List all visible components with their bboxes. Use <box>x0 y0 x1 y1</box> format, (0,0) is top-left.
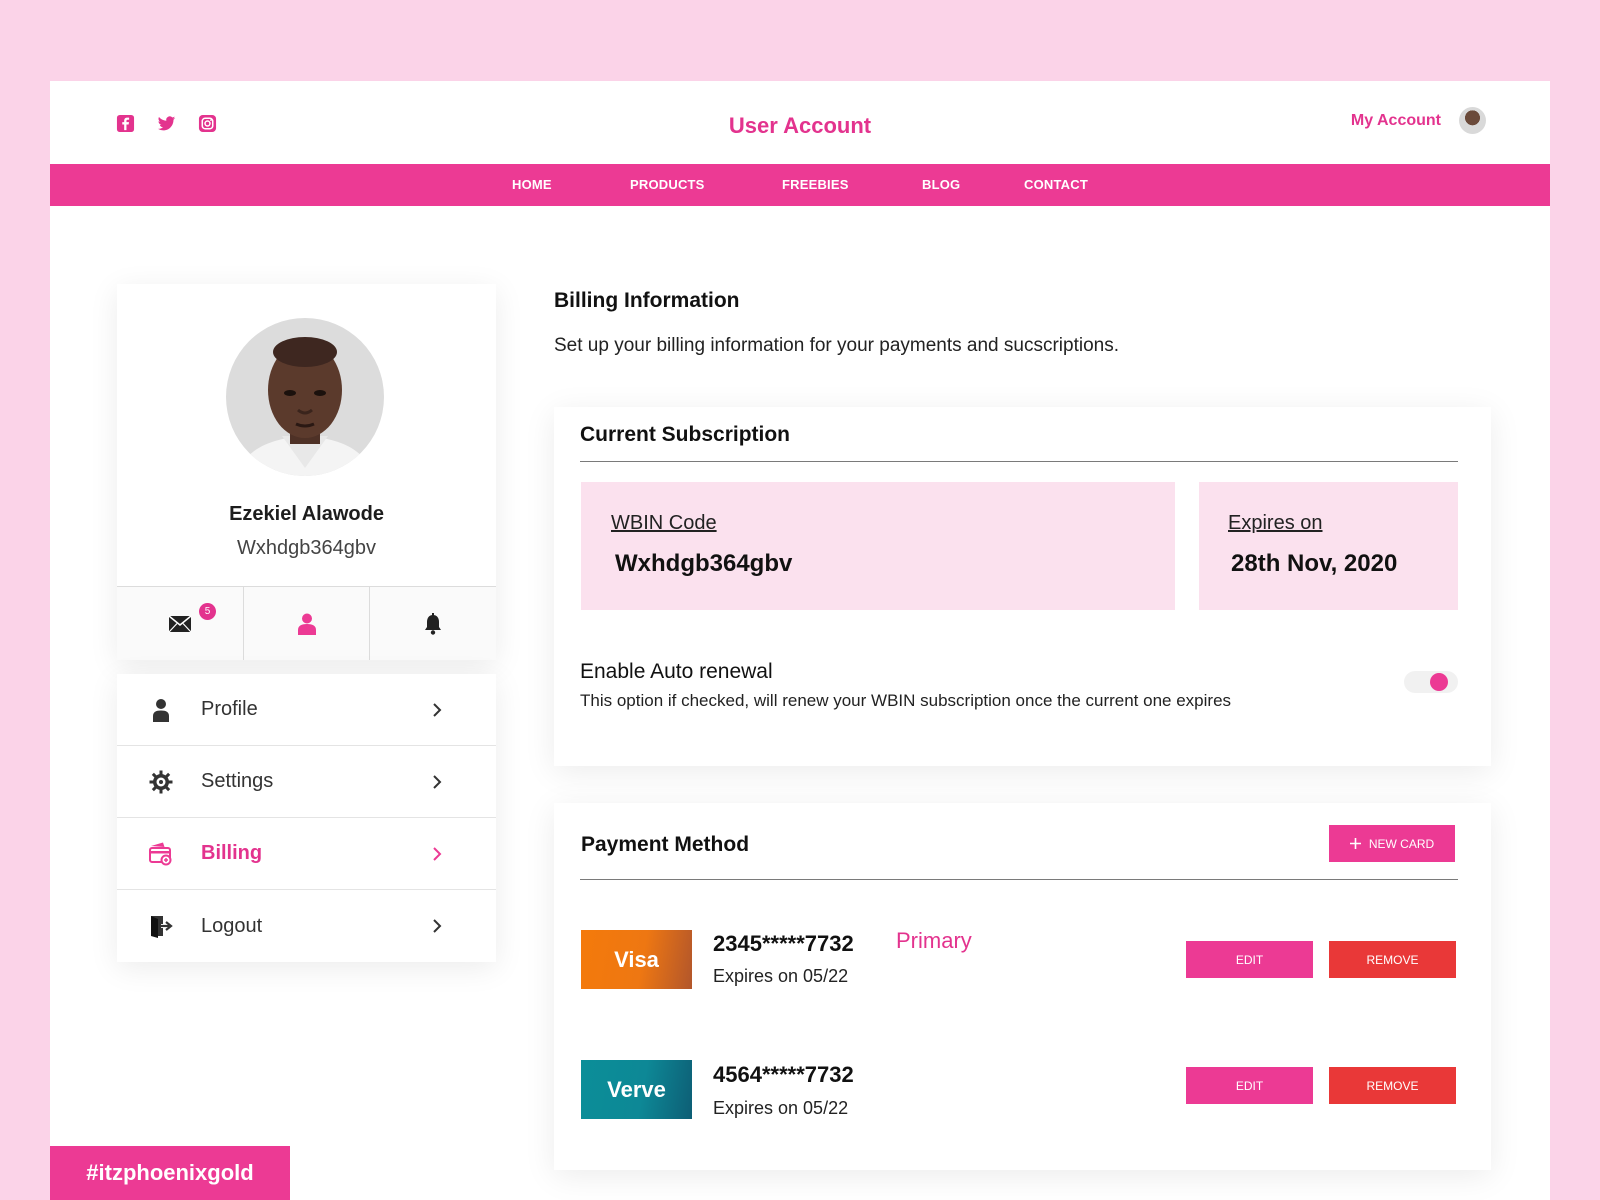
visa-card-logo: Visa <box>581 930 692 989</box>
menu-label: Profile <box>201 698 258 720</box>
remove-card-button[interactable]: REMOVE <box>1329 941 1456 978</box>
billing-title: Billing Information <box>554 289 740 312</box>
main-nav: HOME PRODUCTS FREEBIES BLOG CONTACT <box>50 164 1550 206</box>
menu-item-settings[interactable]: Settings <box>117 746 496 818</box>
edit-card-button[interactable]: EDIT <box>1186 1067 1313 1104</box>
app-window: User Account My Account HOME PRODUCTS FR… <box>50 81 1550 1200</box>
menu-item-billing[interactable]: Billing <box>117 818 496 890</box>
page-title: User Account <box>728 113 872 138</box>
profile-card: Ezekiel Alawode Wxhdgb364gbv 5 <box>117 284 496 660</box>
chevron-right-icon <box>433 846 442 861</box>
expires-value: 28th Nov, 2020 <box>1231 550 1398 577</box>
notifications-button[interactable] <box>369 587 496 660</box>
billing-description: Set up your billing information for your… <box>554 335 1119 356</box>
menu-label: Settings <box>201 770 274 792</box>
menu-label: Billing <box>201 842 263 864</box>
plus-icon <box>1349 838 1361 849</box>
gear-icon <box>149 770 173 793</box>
expires-label: Expires on <box>1228 512 1323 534</box>
chevron-right-icon <box>433 774 442 789</box>
expiry-box: Expires on 28th Nov, 2020 <box>1199 482 1458 610</box>
nav-item-products[interactable]: PRODUCTS <box>630 177 705 192</box>
nav-item-blog[interactable]: BLOG <box>922 177 960 192</box>
menu-item-profile[interactable]: Profile <box>117 674 496 746</box>
quick-actions: 5 <box>117 586 496 660</box>
profile-name: Ezekiel Alawode <box>229 503 384 525</box>
new-card-label: NEW CARD <box>1368 836 1435 851</box>
billing-icon <box>149 842 172 865</box>
auto-renew-title: Enable Auto renewal <box>580 660 773 683</box>
edit-card-button[interactable]: EDIT <box>1186 941 1313 978</box>
payment-heading: Payment Method <box>581 833 750 856</box>
auto-renew-toggle[interactable] <box>1404 671 1458 693</box>
user-icon <box>153 698 169 722</box>
profile-button[interactable] <box>242 587 370 660</box>
card-expiry: Expires on 05/22 <box>713 966 849 986</box>
chevron-right-icon <box>433 702 442 717</box>
profile-avatar <box>226 318 384 476</box>
card-expiry: Expires on 05/22 <box>713 1098 849 1118</box>
divider <box>580 879 1458 880</box>
card-number: 2345*****7732 <box>713 931 854 956</box>
nav-item-freebies[interactable]: FREEBIES <box>782 177 849 192</box>
watermark-tag: #itzphoenixgold <box>50 1146 290 1200</box>
remove-card-button[interactable]: REMOVE <box>1329 1067 1456 1104</box>
profile-code: Wxhdgb364gbv <box>237 537 376 559</box>
account-label: My Account <box>1350 111 1441 129</box>
menu-item-logout[interactable]: Logout <box>117 890 496 962</box>
payment-card: Payment Method NEW CARD Visa 2345*****77… <box>554 803 1491 1170</box>
auto-renew-description: This option if checked, will renew your … <box>580 691 1232 710</box>
profile-photo <box>226 318 384 476</box>
subscription-heading: Current Subscription <box>580 423 791 446</box>
user-icon <box>297 613 316 635</box>
wbin-label: WBIN Code <box>611 512 717 534</box>
wbin-value: Wxhdgb364gbv <box>615 550 793 577</box>
chevron-right-icon <box>433 919 442 933</box>
bell-icon <box>425 612 442 635</box>
nav-item-contact[interactable]: CONTACT <box>1024 177 1088 192</box>
nav-item-home[interactable]: HOME <box>512 177 552 192</box>
header: User Account My Account <box>50 81 1550 164</box>
new-card-button[interactable]: NEW CARD <box>1329 825 1455 862</box>
side-menu: Profile Settings Billing Logout <box>117 674 496 962</box>
verve-card-logo: Verve <box>581 1060 692 1119</box>
logout-icon <box>151 916 173 938</box>
menu-label: Logout <box>201 914 263 937</box>
subscription-card: Current Subscription WBIN Code Wxhdgb364… <box>554 407 1491 766</box>
primary-label: Primary <box>896 928 972 953</box>
messages-button[interactable]: 5 <box>117 587 243 660</box>
divider <box>580 461 1458 462</box>
mail-icon <box>168 614 192 632</box>
avatar[interactable] <box>1459 107 1486 134</box>
card-number: 4564*****7732 <box>713 1062 854 1087</box>
toggle-knob <box>1430 673 1448 691</box>
mail-count-badge: 5 <box>199 603 216 620</box>
my-account-link[interactable]: My Account <box>1351 107 1486 134</box>
wbin-box: WBIN Code Wxhdgb364gbv <box>581 482 1175 610</box>
